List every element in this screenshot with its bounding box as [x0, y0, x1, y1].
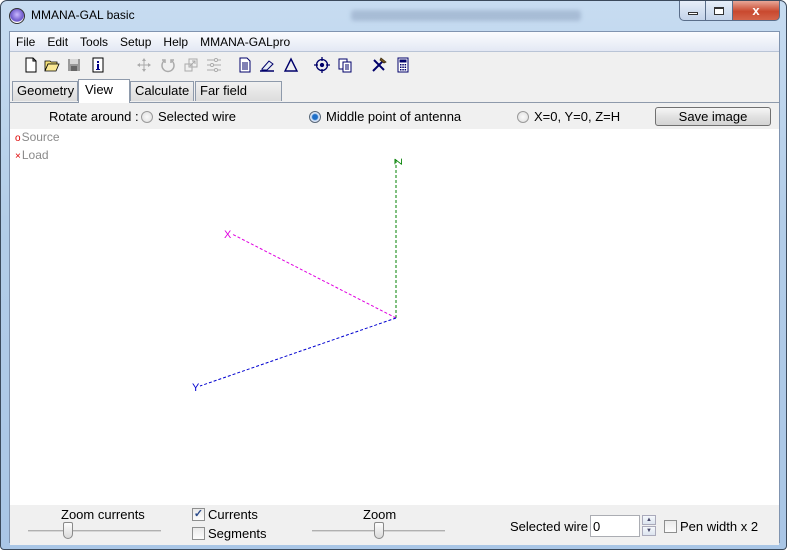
save-image-button[interactable]: Save image [655, 107, 771, 126]
y-axis-label: Y [192, 382, 200, 394]
view-panel: Z X Y Rotate around : Selected wire Midd… [10, 102, 779, 545]
radio-selected-wire[interactable] [141, 111, 153, 123]
menu-mmana-galpro[interactable]: MMANA-GALpro [194, 32, 296, 52]
close-icon: x [752, 3, 760, 18]
menu-tools[interactable]: Tools [74, 32, 114, 52]
z-axis-label: Z [393, 158, 405, 165]
selected-wire-label: Selected wire [510, 519, 589, 534]
spin-up-button[interactable]: ▲ [642, 515, 656, 525]
maximize-button[interactable] [706, 1, 733, 21]
new-file-icon[interactable] [22, 56, 40, 74]
toolbar [10, 53, 779, 77]
minimize-icon [687, 12, 698, 15]
y-axis-line [199, 317, 397, 387]
source-marker-icon: o [15, 133, 21, 144]
client-area: File Edit Tools Setup Help MMANA-GALpro [9, 31, 780, 545]
tools-icon[interactable] [370, 56, 388, 74]
rotate-icon [159, 56, 177, 74]
legend-load-label: Load [21, 148, 49, 162]
move-icon [135, 56, 153, 74]
tab-far-field-plots[interactable]: Far field plots [195, 81, 282, 116]
app-window: MMANA-GAL basic x File Edit Tools Setup … [0, 0, 787, 550]
copy-scale-icon [182, 56, 200, 74]
window-title: MMANA-GAL basic [31, 8, 135, 22]
legend-source: oSource [15, 130, 60, 144]
zoom-label: Zoom [363, 507, 397, 522]
menu-setup[interactable]: Setup [114, 32, 157, 52]
x-axis-line [231, 233, 397, 319]
minimize-button[interactable] [679, 1, 706, 21]
tab-geometry[interactable]: Geometry [12, 81, 78, 101]
zoom-slider-thumb[interactable] [373, 522, 384, 539]
sliders-icon [205, 56, 223, 74]
radio-selected-wire-label[interactable]: Selected wire [158, 109, 236, 124]
menu-edit[interactable]: Edit [41, 32, 74, 52]
rotate-around-label: Rotate around : [49, 109, 139, 124]
pen-width-label[interactable]: Pen width x 2 [680, 519, 758, 534]
segments-checkbox[interactable] [192, 527, 205, 540]
zoom-currents-label: Zoom currents [61, 507, 145, 522]
tab-view[interactable]: View [78, 79, 130, 103]
menu-bar: File Edit Tools Setup Help MMANA-GALpro [10, 32, 779, 52]
segments-label[interactable]: Segments [208, 526, 267, 541]
triangle-icon[interactable] [282, 56, 300, 74]
load-marker-icon: × [15, 151, 21, 162]
pen-width-checkbox[interactable] [664, 520, 677, 533]
radio-origin-height-label[interactable]: X=0, Y=0, Z=H [534, 109, 620, 124]
blurred-title-overlay [351, 10, 581, 21]
bottom-controls: Zoom currents ✓ Currents Segments Zoom S… [10, 505, 779, 545]
menu-help[interactable]: Help [157, 32, 194, 52]
selected-wire-input[interactable] [590, 515, 640, 537]
legend-source-label: Source [21, 130, 60, 144]
menu-file[interactable]: File [10, 32, 41, 52]
currents-checkbox[interactable]: ✓ [192, 508, 205, 521]
currents-label[interactable]: Currents [208, 507, 258, 522]
radio-origin-height[interactable] [517, 111, 529, 123]
tab-calculate[interactable]: Calculate [130, 81, 194, 101]
info-icon[interactable] [89, 56, 107, 74]
eraser-icon[interactable] [258, 56, 276, 74]
title-bar: MMANA-GAL basic x [1, 1, 786, 31]
x-axis-label: X [224, 229, 232, 241]
copy-icon[interactable] [336, 56, 354, 74]
crosshair-icon[interactable] [313, 56, 331, 74]
rotate-around-bar: Rotate around : Selected wire Middle poi… [10, 103, 779, 129]
radio-middle-point[interactable] [309, 111, 321, 123]
save-disk-icon [65, 56, 83, 74]
radio-middle-point-label[interactable]: Middle point of antenna [326, 109, 461, 124]
spin-down-button[interactable]: ▼ [642, 526, 656, 536]
open-folder-icon[interactable] [43, 56, 61, 74]
calculator-icon[interactable] [394, 56, 412, 74]
antenna-3d-view[interactable]: Z X Y [10, 103, 779, 505]
legend-load: ×Load [15, 148, 49, 162]
zoom-currents-slider-thumb[interactable] [62, 522, 73, 539]
zoom-currents-slider-track[interactable] [28, 530, 161, 532]
app-logo-icon[interactable] [9, 8, 25, 24]
document-icon[interactable] [236, 56, 254, 74]
maximize-icon [714, 6, 724, 15]
close-button[interactable]: x [733, 1, 780, 21]
